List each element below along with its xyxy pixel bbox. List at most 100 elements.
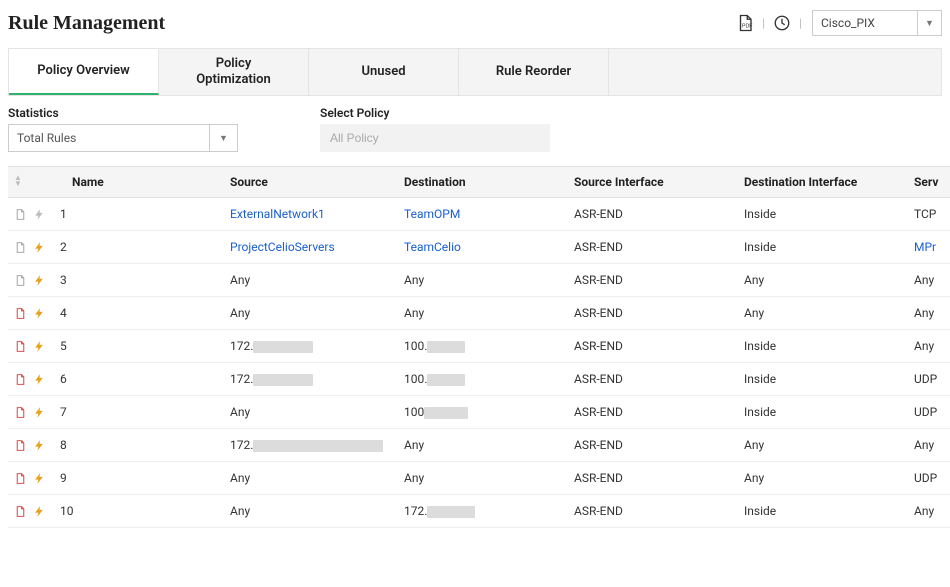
bolt-icon[interactable] [33, 406, 46, 419]
table-row[interactable]: 4AnyAnyASR-ENDAnyAny [8, 297, 950, 330]
table-row[interactable]: 9AnyAnyASR-ENDAnyUDP [8, 462, 950, 495]
cell-name: 4 [54, 297, 224, 330]
document-icon[interactable] [14, 406, 27, 419]
redacted-value [427, 506, 475, 518]
row-icons [8, 462, 54, 495]
device-select[interactable]: Cisco_PIX ▼ [812, 10, 942, 36]
cell-destination[interactable]: TeamOPM [398, 198, 568, 231]
bolt-icon[interactable] [33, 439, 46, 452]
cell-destination-interface: Any [738, 264, 908, 297]
tab-unused[interactable]: Unused [309, 49, 459, 95]
bolt-icon[interactable] [33, 307, 46, 320]
document-icon[interactable] [14, 439, 27, 452]
table-header-row: ▲▼ Name Source Destination Source Interf… [8, 167, 950, 198]
statistics-filter: Statistics Total Rules ▼ [8, 106, 238, 152]
device-select-value: Cisco_PIX [813, 11, 917, 35]
document-icon[interactable] [14, 208, 27, 221]
document-icon[interactable] [14, 307, 27, 320]
row-icons [8, 264, 54, 297]
cell-service: Any [908, 495, 950, 528]
tab-label: Rule Reorder [496, 64, 571, 80]
col-source[interactable]: Source [224, 167, 398, 198]
export-pdf-icon[interactable]: PDF [736, 14, 754, 32]
divider: | [760, 16, 767, 30]
cell-source-interface: ASR-END [568, 297, 738, 330]
cell-source-interface: ASR-END [568, 396, 738, 429]
statistics-select[interactable]: Total Rules ▼ [8, 124, 238, 152]
cell-destination: Any [398, 429, 568, 462]
cell-destination-interface: Inside [738, 231, 908, 264]
cell-service: UDP [908, 363, 950, 396]
cell-source-interface: ASR-END [568, 264, 738, 297]
cell-destination: 100 [398, 396, 568, 429]
cell-destination[interactable]: TeamCelio [398, 231, 568, 264]
redacted-value [253, 440, 383, 452]
rules-table-wrap: ▲▼ Name Source Destination Source Interf… [8, 166, 950, 528]
bolt-icon[interactable] [33, 274, 46, 287]
cell-destination-interface: Any [738, 429, 908, 462]
tab-label: Unused [361, 64, 405, 80]
table-row[interactable]: 5172.100.ASR-ENDInsideAny [8, 330, 950, 363]
cell-service: TCP [908, 198, 950, 231]
bolt-icon[interactable] [33, 373, 46, 386]
cell-source-interface: ASR-END [568, 495, 738, 528]
cell-service[interactable]: MPr [908, 231, 950, 264]
table-row[interactable]: 8172.AnyASR-ENDAnyAny [8, 429, 950, 462]
table-row[interactable]: 3AnyAnyASR-ENDAnyAny [8, 264, 950, 297]
redacted-value [253, 341, 313, 353]
cell-source[interactable]: ProjectCelioServers [224, 231, 398, 264]
cell-destination-interface: Inside [738, 495, 908, 528]
cell-destination-interface: Inside [738, 396, 908, 429]
bolt-icon[interactable] [33, 241, 46, 254]
tab-label: Policy Overview [37, 63, 130, 79]
document-icon[interactable] [14, 373, 27, 386]
history-icon[interactable] [773, 14, 791, 32]
col-destination[interactable]: Destination [398, 167, 568, 198]
cell-destination: 172. [398, 495, 568, 528]
cell-source-interface: ASR-END [568, 429, 738, 462]
col-source-interface[interactable]: Source Interface [568, 167, 738, 198]
table-row[interactable]: 7Any100ASR-ENDInsideUDP [8, 396, 950, 429]
col-sort[interactable]: ▲▼ [8, 167, 54, 198]
row-icons [8, 330, 54, 363]
cell-source: Any [224, 462, 398, 495]
row-icons [8, 495, 54, 528]
bolt-icon[interactable] [33, 340, 46, 353]
cell-source[interactable]: ExternalNetwork1 [224, 198, 398, 231]
col-service[interactable]: Serv [908, 167, 950, 198]
policy-search-input[interactable] [320, 124, 550, 152]
document-icon[interactable] [14, 274, 27, 287]
bolt-icon[interactable] [33, 208, 46, 221]
cell-source: 172. [224, 330, 398, 363]
document-icon[interactable] [14, 472, 27, 485]
document-icon[interactable] [14, 340, 27, 353]
cell-source: Any [224, 495, 398, 528]
table-row[interactable]: 2ProjectCelioServersTeamCelioASR-ENDInsi… [8, 231, 950, 264]
cell-name: 9 [54, 462, 224, 495]
redacted-value [427, 374, 465, 386]
cell-service: Any [908, 297, 950, 330]
cell-source: Any [224, 396, 398, 429]
row-icons [8, 198, 54, 231]
redacted-value [427, 341, 465, 353]
col-name[interactable]: Name [54, 167, 224, 198]
tab-rule-reorder[interactable]: Rule Reorder [459, 49, 609, 95]
row-icons [8, 429, 54, 462]
svg-text:PDF: PDF [742, 24, 753, 30]
document-icon[interactable] [14, 505, 27, 518]
cell-service: Any [908, 264, 950, 297]
cell-name: 7 [54, 396, 224, 429]
table-row[interactable]: 10Any172.ASR-ENDInsideAny [8, 495, 950, 528]
document-icon[interactable] [14, 241, 27, 254]
tab-policy-optimization[interactable]: PolicyOptimization [159, 49, 309, 95]
col-destination-interface[interactable]: Destination Interface [738, 167, 908, 198]
cell-name: 1 [54, 198, 224, 231]
bolt-icon[interactable] [33, 505, 46, 518]
cell-destination-interface: Any [738, 462, 908, 495]
row-icons [8, 363, 54, 396]
table-row[interactable]: 1ExternalNetwork1TeamOPMASR-ENDInsideTCP [8, 198, 950, 231]
tab-policy-overview[interactable]: Policy Overview [9, 49, 159, 95]
cell-destination: Any [398, 264, 568, 297]
table-row[interactable]: 6172.100.ASR-ENDInsideUDP [8, 363, 950, 396]
bolt-icon[interactable] [33, 472, 46, 485]
